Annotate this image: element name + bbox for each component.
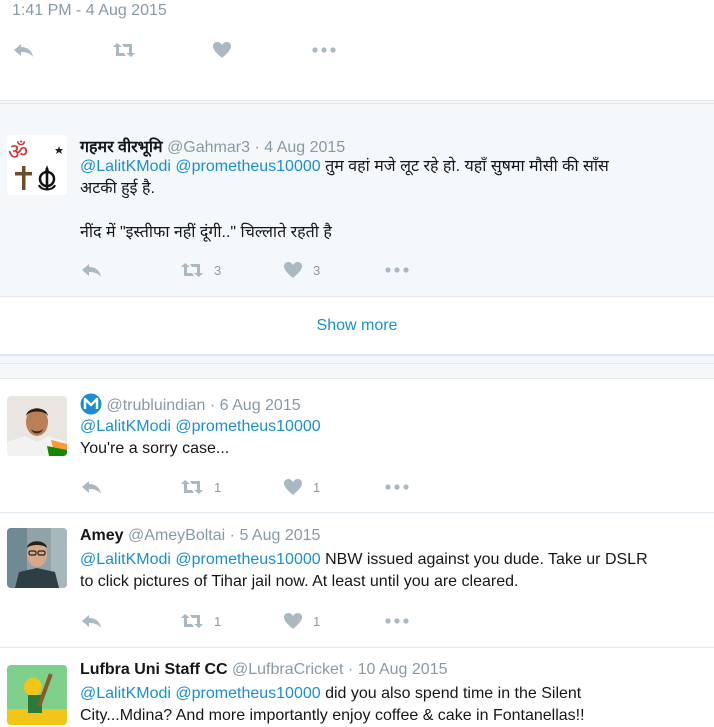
mention-link[interactable]: @LalitKModi [80, 551, 171, 568]
user-handle[interactable]: @LufbraCricket [232, 661, 343, 678]
user-handle[interactable]: @Gahmar3 [167, 139, 250, 156]
retweet-button[interactable]: 3 [180, 261, 283, 279]
tweet-text-line: नींद में "इस्तीफा नहीं दूंगी.." चिल्लाते… [80, 224, 332, 241]
more-icon[interactable] [385, 483, 409, 491]
tweet-date[interactable]: 5 Aug 2015 [239, 527, 320, 544]
like-count: 1 [313, 479, 321, 495]
tweet-actions: 1 1 [80, 478, 409, 496]
tweet-date[interactable]: 10 Aug 2015 [358, 661, 448, 678]
tweet-actions: 1 1 [80, 612, 409, 630]
display-name[interactable]: Lufbra Uni Staff CC [80, 661, 228, 678]
tweet-text: @LalitKModi @prometheus10000 did you als… [80, 683, 692, 727]
avatar[interactable] [7, 396, 67, 456]
retweet-count: 1 [214, 613, 222, 629]
reply-tweet[interactable]: @trubluindian · 6 Aug 2015 @LalitKModi @… [0, 379, 714, 513]
user-handle[interactable]: @trubluindian [106, 397, 205, 414]
tweet-text-line: NBW issued against you dude. Take ur DSL… [325, 551, 648, 568]
like-icon [284, 479, 302, 495]
reply-icon[interactable] [80, 478, 180, 496]
avatar[interactable]: ॐ [7, 135, 67, 195]
more-icon[interactable] [385, 617, 409, 625]
retweet-icon [181, 614, 203, 628]
separator: · [209, 397, 216, 414]
show-more-button[interactable]: Show more [0, 297, 714, 355]
like-button[interactable]: 1 [283, 478, 385, 496]
retweet-icon[interactable] [112, 41, 212, 59]
tweet-text-line: अटकी हुई है. [80, 180, 155, 197]
conversation-divider [0, 355, 714, 379]
tweet-text-line: तुम वहां मजे लूट रहे हो. यहाँ सुषमा मौसी… [325, 158, 609, 175]
tweet-header: Lufbra Uni Staff CC @LufbraCricket · 10 … [80, 661, 448, 679]
reply-icon[interactable] [80, 612, 180, 630]
tweet-text: @LalitKModi @prometheus10000 You're a so… [80, 416, 692, 460]
reply-icon[interactable] [80, 261, 180, 279]
m-logo-icon[interactable] [80, 393, 102, 415]
tweet-actions: 3 3 [80, 261, 409, 279]
more-icon[interactable] [312, 46, 336, 54]
avatar[interactable] [7, 665, 67, 725]
reply-tweet[interactable]: Amey @AmeyBoltai · 5 Aug 2015 @LalitKMod… [0, 513, 714, 648]
retweet-icon [181, 263, 203, 277]
display-name[interactable]: Amey [80, 527, 124, 544]
tweet-text: @LalitKModi @prometheus10000 तुम वहां मज… [80, 156, 692, 244]
like-count: 1 [313, 613, 321, 629]
separator: · [347, 661, 354, 678]
retweet-icon [181, 480, 203, 494]
divider-line [0, 363, 714, 364]
tweet-text-line: You're a sorry case... [80, 440, 230, 457]
mention-link[interactable]: @prometheus10000 [175, 685, 320, 702]
separator: · [229, 527, 235, 544]
like-icon [284, 613, 302, 629]
user-handle[interactable]: @AmeyBoltai [128, 527, 225, 544]
mention-link[interactable]: @LalitKModi [80, 418, 171, 435]
tweet-header: गहमर वीरभूमि @Gahmar3 · 4 Aug 2015 [80, 135, 345, 157]
religious-symbols-icon: ॐ [8, 140, 63, 191]
retweet-button[interactable]: 1 [180, 612, 283, 630]
tweet-header: @trubluindian · 6 Aug 2015 [80, 393, 301, 415]
reply-tweet[interactable]: Lufbra Uni Staff CC @LufbraCricket · 10 … [0, 648, 714, 727]
tweet-date[interactable]: 6 Aug 2015 [220, 397, 301, 414]
tweet-actions [12, 41, 336, 59]
retweet-button[interactable]: 1 [180, 478, 283, 496]
like-icon[interactable] [212, 41, 312, 59]
svg-text:ॐ: ॐ [8, 140, 28, 165]
display-name[interactable]: गहमर वीरभूमि [80, 139, 163, 156]
tweet-text-line: City...Mdina? And more importantly enjoy… [80, 707, 585, 724]
reply-tweet[interactable]: ॐ गहमर वीरभूमि @Gahmar3 · 4 Aug 2015 @La… [0, 104, 714, 297]
tweet-date[interactable]: 4 Aug 2015 [264, 139, 345, 156]
mention-link[interactable]: @prometheus10000 [175, 551, 320, 568]
tweet-timestamp[interactable]: 1:41 PM - 4 Aug 2015 [12, 2, 167, 20]
tweet-text-line: to click pictures of Tihar jail now. At … [80, 573, 519, 590]
like-count: 3 [313, 262, 321, 278]
tweet-text-line: did you also spend time in the Silent [325, 685, 582, 702]
tweet-text: @LalitKModi @prometheus10000 NBW issued … [80, 549, 692, 593]
retweet-count: 3 [214, 262, 222, 278]
focused-tweet-footer: 1:41 PM - 4 Aug 2015 [0, 0, 714, 100]
like-icon [284, 262, 302, 278]
mention-link[interactable]: @prometheus10000 [175, 158, 320, 175]
mention-link[interactable]: @LalitKModi [80, 158, 171, 175]
avatar[interactable] [7, 528, 67, 588]
more-icon[interactable] [385, 266, 409, 274]
retweet-count: 1 [214, 479, 222, 495]
separator: · [254, 139, 260, 156]
mention-link[interactable]: @prometheus10000 [175, 418, 320, 435]
mention-link[interactable]: @LalitKModi [80, 685, 171, 702]
reply-icon[interactable] [12, 41, 112, 59]
like-button[interactable]: 3 [283, 261, 385, 279]
like-button[interactable]: 1 [283, 612, 385, 630]
tweet-header: Amey @AmeyBoltai · 5 Aug 2015 [80, 527, 320, 545]
